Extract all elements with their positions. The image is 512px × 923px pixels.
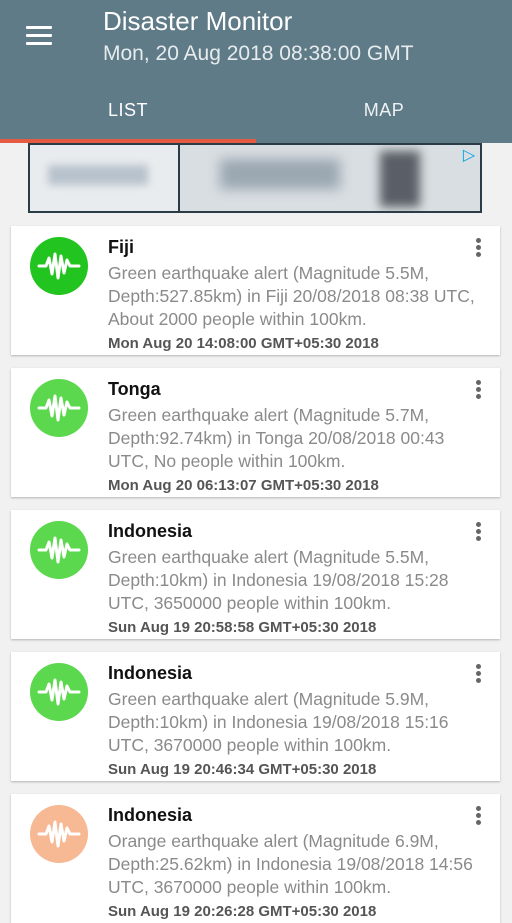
alert-description: Green earthquake alert (Magnitude 5.9M, … <box>108 689 449 755</box>
ad-image-right <box>180 145 480 211</box>
alert-description: Green earthquake alert (Magnitude 5.7M, … <box>108 405 445 471</box>
more-options-icon[interactable] <box>470 380 486 402</box>
ad-banner[interactable]: ▷ <box>28 143 482 213</box>
more-options-icon[interactable] <box>470 522 486 544</box>
alert-card[interactable]: Tonga Green earthquake alert (Magnitude … <box>11 368 500 497</box>
alert-description: Orange earthquake alert (Magnitude 6.9M,… <box>108 831 473 897</box>
tab-list[interactable]: LIST <box>0 98 256 143</box>
app-title: Disaster Monitor <box>103 6 293 36</box>
alert-time: Sun Aug 19 20:46:34 GMT+05:30 2018 <box>108 761 377 778</box>
alert-card[interactable]: Indonesia Green earthquake alert (Magnit… <box>11 510 500 639</box>
tab-map[interactable]: MAP <box>256 98 512 143</box>
ad-image-left <box>30 145 178 211</box>
alert-description: Green earthquake alert (Magnitude 5.5M, … <box>108 263 475 329</box>
alert-place: Indonesia <box>108 805 193 825</box>
more-options-icon[interactable] <box>470 806 486 828</box>
alert-card[interactable]: Indonesia Orange earthquake alert (Magni… <box>11 794 500 923</box>
alert-time: Sun Aug 19 20:26:28 GMT+05:30 2018 <box>108 903 377 920</box>
ad-choices-icon[interactable]: ▷ <box>460 147 478 165</box>
earthquake-waveform-icon <box>30 237 88 295</box>
alert-place: Tonga <box>108 379 161 399</box>
app-subtitle-datetime: Mon, 20 Aug 2018 08:38:00 GMT <box>103 42 414 65</box>
earthquake-waveform-icon <box>30 663 88 721</box>
hamburger-menu-icon[interactable] <box>24 24 54 48</box>
earthquake-waveform-icon <box>30 805 88 863</box>
more-options-icon[interactable] <box>470 664 486 686</box>
earthquake-waveform-icon <box>30 521 88 579</box>
alert-time: Mon Aug 20 14:08:00 GMT+05:30 2018 <box>108 335 379 352</box>
app-bar: Disaster Monitor Mon, 20 Aug 2018 08:38:… <box>0 0 512 143</box>
alert-description: Green earthquake alert (Magnitude 5.5M, … <box>108 547 449 613</box>
alert-place: Fiji <box>108 237 134 257</box>
alert-card[interactable]: Fiji Green earthquake alert (Magnitude 5… <box>11 226 500 355</box>
alert-time: Sun Aug 19 20:58:58 GMT+05:30 2018 <box>108 619 377 636</box>
alert-time: Mon Aug 20 06:13:07 GMT+05:30 2018 <box>108 477 379 494</box>
more-options-icon[interactable] <box>470 238 486 260</box>
earthquake-waveform-icon <box>30 379 88 437</box>
alert-card[interactable]: Indonesia Green earthquake alert (Magnit… <box>11 652 500 781</box>
alert-place: Indonesia <box>108 663 193 683</box>
alert-place: Indonesia <box>108 521 193 541</box>
